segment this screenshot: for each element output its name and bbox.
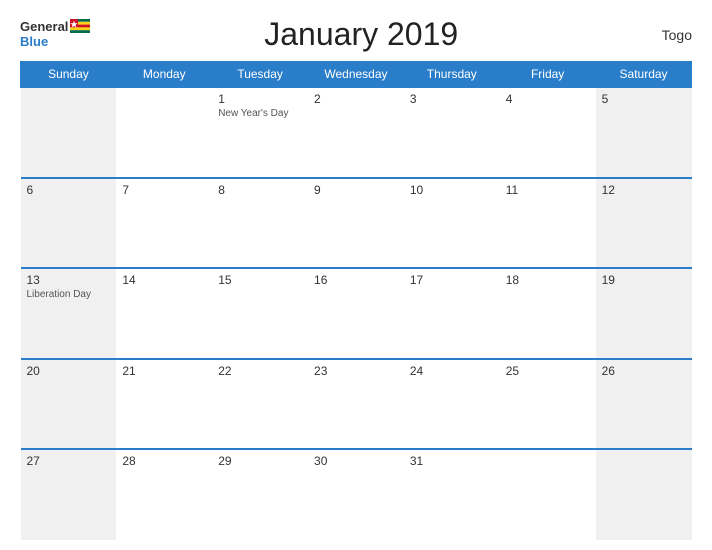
calendar-cell: 9 [308,178,404,269]
holiday-label: New Year's Day [218,108,302,119]
calendar-cell: 31 [404,449,500,540]
day-number: 25 [506,364,590,378]
calendar-cell: 6 [21,178,117,269]
calendar-cell: 23 [308,359,404,450]
day-number: 4 [506,92,590,106]
calendar-cell: 18 [500,268,596,359]
day-number: 16 [314,273,398,287]
calendar-cell: 10 [404,178,500,269]
day-number: 23 [314,364,398,378]
col-header-saturday: Saturday [596,62,692,88]
calendar-week-1: 1 New Year's Day 2345 [21,87,692,178]
calendar-cell: 21 [116,359,212,450]
day-number: 30 [314,454,398,468]
calendar-cell: 16 [308,268,404,359]
calendar-cell: 27 [21,449,117,540]
day-number: 13 [27,273,111,287]
day-number: 20 [27,364,111,378]
day-number: 11 [506,183,590,197]
calendar-cell: 20 [21,359,117,450]
day-number: 19 [602,273,686,287]
day-number: 26 [602,364,686,378]
calendar-week-2: 6789 10 11 12 [21,178,692,269]
day-number: 14 [122,273,206,287]
day-number: 27 [27,454,111,468]
day-number: 22 [218,364,302,378]
col-header-monday: Monday [116,62,212,88]
day-number: 15 [218,273,302,287]
calendar-header-row: SundayMondayTuesdayWednesdayThursdayFrid… [21,62,692,88]
day-number: 31 [410,454,494,468]
calendar-cell: 15 [212,268,308,359]
day-number: 3 [410,92,494,106]
day-number: 21 [122,364,206,378]
calendar-page: General Blue January 2019 Togo SundayMon… [0,0,712,550]
calendar-title: January 2019 [90,16,632,53]
calendar-week-5: 27 28 29 30 31 [21,449,692,540]
day-number: 2 [314,92,398,106]
logo-flag-icon [70,19,90,33]
day-number: 7 [122,183,206,197]
col-header-wednesday: Wednesday [308,62,404,88]
calendar-week-3: 13 Liberation Day 14 15 16 17 18 19 [21,268,692,359]
col-header-friday: Friday [500,62,596,88]
logo: General Blue [20,20,90,49]
day-number: 8 [218,183,302,197]
day-number: 9 [314,183,398,197]
calendar-cell: 14 [116,268,212,359]
calendar-cell: 3 [404,87,500,178]
calendar-cell [116,87,212,178]
day-number: 17 [410,273,494,287]
col-header-sunday: Sunday [21,62,117,88]
calendar-cell: 29 [212,449,308,540]
country-label: Togo [632,27,692,43]
calendar-cell: 4 [500,87,596,178]
calendar-cell: 24 [404,359,500,450]
day-number: 1 [218,92,302,106]
calendar-cell: 28 [116,449,212,540]
calendar-cell: 13 Liberation Day [21,268,117,359]
calendar-cell: 25 [500,359,596,450]
calendar-cell: 1 New Year's Day [212,87,308,178]
day-number: 12 [602,183,686,197]
calendar-cell: 2 [308,87,404,178]
calendar-cell: 12 [596,178,692,269]
day-number: 6 [27,183,111,197]
calendar-cell: 7 [116,178,212,269]
day-number: 18 [506,273,590,287]
calendar-week-4: 20 21 22 23 24 25 26 [21,359,692,450]
col-header-thursday: Thursday [404,62,500,88]
calendar-cell: 30 [308,449,404,540]
calendar-cell: 19 [596,268,692,359]
calendar-cell: 26 [596,359,692,450]
day-number: 10 [410,183,494,197]
day-number: 24 [410,364,494,378]
calendar-cell [21,87,117,178]
holiday-label: Liberation Day [27,289,111,300]
calendar-cell: 8 [212,178,308,269]
calendar-header: General Blue January 2019 Togo [20,16,692,53]
calendar-cell: 22 [212,359,308,450]
calendar-cell [500,449,596,540]
calendar-table: SundayMondayTuesdayWednesdayThursdayFrid… [20,61,692,540]
calendar-cell: 5 [596,87,692,178]
logo-general-text: General [20,20,68,34]
day-number: 28 [122,454,206,468]
calendar-cell: 11 [500,178,596,269]
day-number: 5 [602,92,686,106]
calendar-cell [596,449,692,540]
day-number: 29 [218,454,302,468]
col-header-tuesday: Tuesday [212,62,308,88]
logo-blue-text: Blue [20,35,90,49]
calendar-cell: 17 [404,268,500,359]
